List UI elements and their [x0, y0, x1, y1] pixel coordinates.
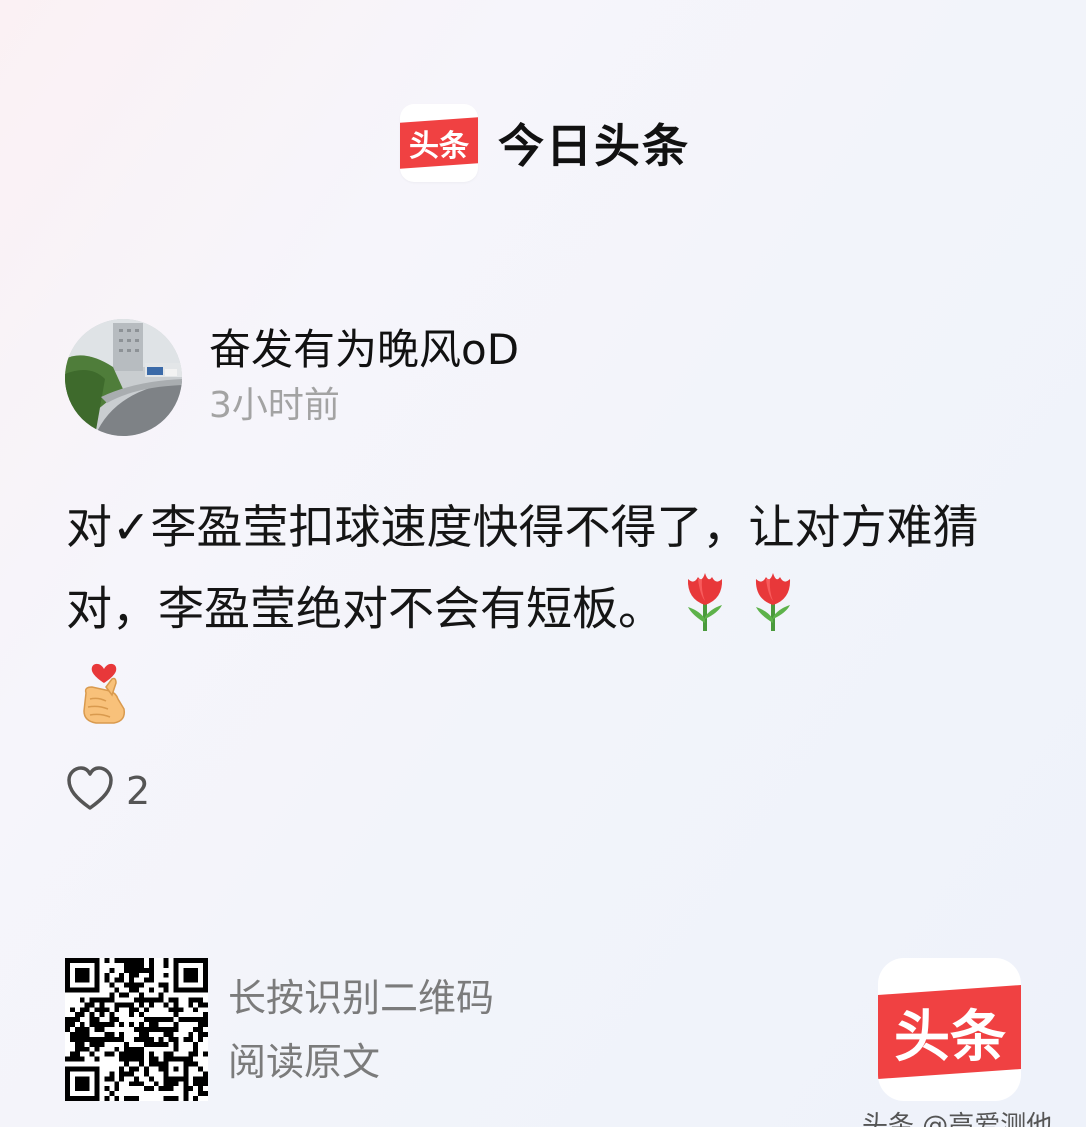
- tulip-icon: [746, 567, 800, 657]
- qr-caption: 长按识别二维码 阅读原文: [228, 972, 494, 1100]
- finger-heart-icon: [76, 657, 132, 749]
- heart-icon[interactable]: [66, 766, 114, 816]
- author-name[interactable]: 奋发有为晚风oD: [209, 324, 519, 376]
- like-area[interactable]: 2: [66, 766, 150, 816]
- post-content: 对✓李盈莹扣球速度快得不得了，让对方难猜对，李盈莹绝对不会有短板。: [66, 487, 1016, 729]
- qr-instruction: 长按识别二维码: [228, 976, 495, 1020]
- app-header: 头条 今日头条: [400, 104, 690, 182]
- post-time: 3小时前: [209, 385, 340, 426]
- post-author: 奋发有为晚风oD 3小时前: [65, 319, 519, 436]
- toutiao-logo: 头条: [400, 104, 478, 182]
- tulip-icon: [678, 567, 732, 657]
- brand-name: 今日头条: [498, 119, 690, 173]
- read-original-label: 阅读原文: [228, 1040, 381, 1084]
- app-icon-text: 头条: [893, 1004, 1006, 1070]
- qr-code[interactable]: [65, 958, 208, 1101]
- watermark: 头条 @高爱测他: [862, 1111, 1053, 1127]
- avatar[interactable]: [65, 319, 182, 436]
- like-count: 2: [126, 769, 151, 813]
- toutiao-app-icon: 头条: [878, 958, 1021, 1101]
- post-text: 对✓李盈莹扣球速度快得不得了，让对方难猜对，李盈莹绝对不会有短板。: [66, 500, 979, 636]
- logo-text: 头条: [409, 129, 469, 164]
